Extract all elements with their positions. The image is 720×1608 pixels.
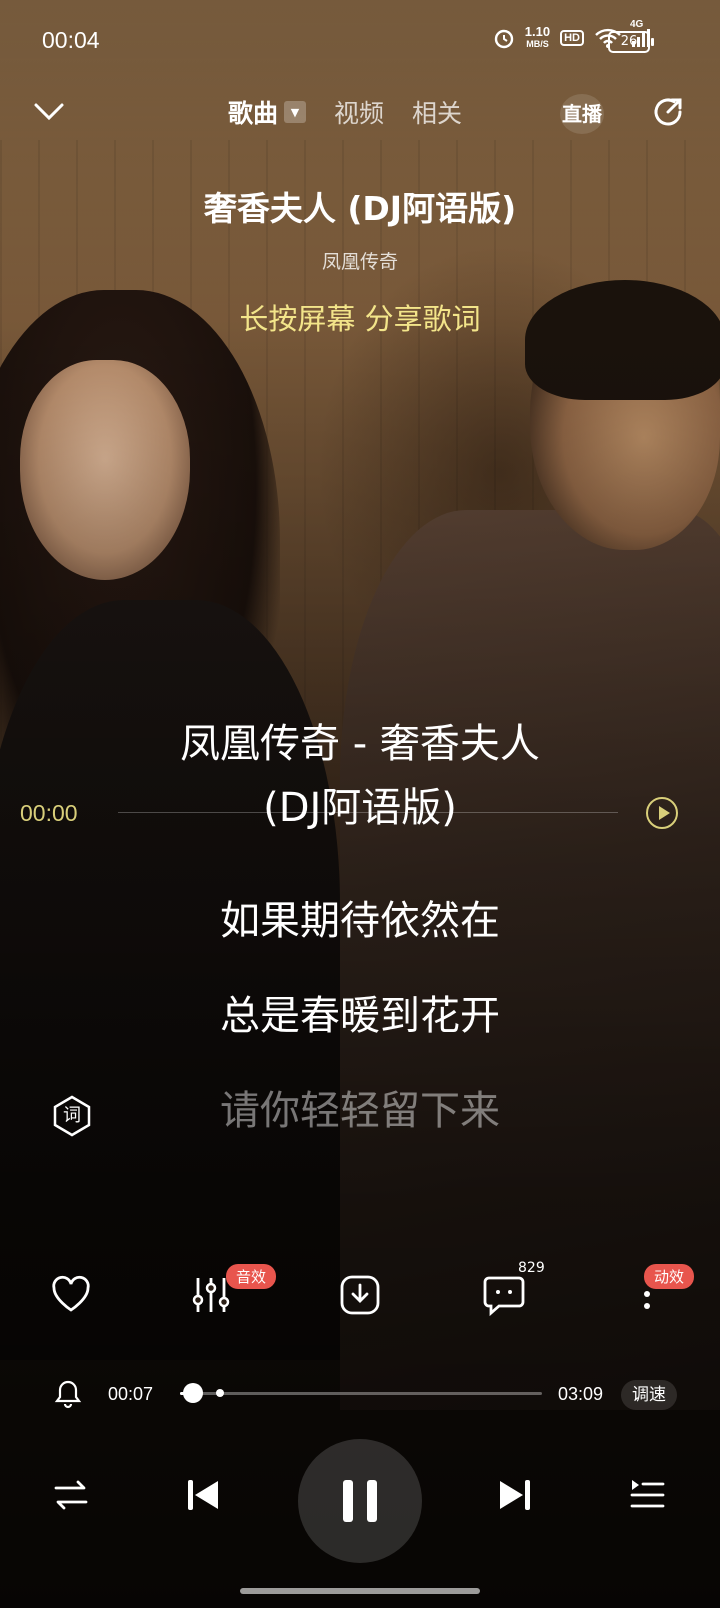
song-title: 奢香夫人 (DJ阿语版) bbox=[203, 189, 517, 228]
tab-video[interactable]: 视频 bbox=[334, 94, 384, 130]
heart-icon[interactable] bbox=[48, 1272, 94, 1318]
artist-name[interactable]: 凤凰传奇 bbox=[0, 247, 720, 274]
net-speed: 1.10 MB/S bbox=[524, 24, 551, 50]
battery-indicator: 26 bbox=[608, 31, 654, 53]
pause-bar bbox=[367, 1480, 377, 1522]
lyric-seek-time: 00:00 bbox=[20, 800, 78, 826]
progress-track[interactable] bbox=[180, 1383, 542, 1403]
lyric-line[interactable]: 如果期待依然在 bbox=[0, 888, 720, 946]
comment-icon[interactable] bbox=[481, 1272, 527, 1318]
hd-badge: HD bbox=[560, 30, 584, 46]
tab-song[interactable]: 歌曲 ▼ bbox=[228, 94, 307, 130]
lyric-line[interactable]: 总是春暖到花开 bbox=[0, 983, 720, 1041]
status-time: 00:04 bbox=[42, 27, 100, 53]
top-nav: 歌曲 ▼ 视频 相关 直播 bbox=[0, 82, 720, 142]
playlist-icon[interactable] bbox=[628, 1476, 666, 1514]
sound-effect-badge[interactable]: 音效 bbox=[226, 1264, 277, 1289]
home-indicator[interactable] bbox=[240, 1588, 480, 1594]
dynamic-effect-badge[interactable]: 动效 bbox=[644, 1264, 695, 1289]
previous-icon[interactable] bbox=[184, 1476, 222, 1514]
pause-bar bbox=[343, 1480, 353, 1522]
net-speed-unit: MB/S bbox=[526, 39, 549, 49]
tab-bar: 歌曲 ▼ 视频 相关 bbox=[228, 94, 462, 130]
network-type: 4G bbox=[630, 19, 644, 30]
lyric-button-label: 词 bbox=[63, 1105, 81, 1126]
lyric-header-line: 凤凰传奇 - 奢香夫人 bbox=[180, 721, 540, 767]
lyric-mode-button[interactable]: 词 bbox=[50, 1094, 94, 1138]
action-row: 音效 829 动效 bbox=[0, 1260, 720, 1328]
lyric-seek-line bbox=[118, 812, 618, 813]
repeat-icon[interactable] bbox=[52, 1476, 90, 1514]
live-button[interactable]: 直播 bbox=[560, 94, 604, 134]
dropdown-icon[interactable]: ▼ bbox=[284, 101, 307, 123]
duration: 03:09 bbox=[558, 1384, 604, 1404]
comment-count: 829 bbox=[518, 1260, 545, 1276]
tab-related[interactable]: 相关 bbox=[412, 94, 462, 130]
current-time: 00:07 bbox=[108, 1384, 154, 1404]
alarm-icon[interactable] bbox=[54, 1378, 82, 1410]
lyric-header: 凤凰传奇 - 奢香夫人 (DJ阿语版) bbox=[0, 712, 720, 840]
alarm-clock-icon bbox=[494, 29, 513, 49]
next-icon[interactable] bbox=[496, 1476, 534, 1514]
progress-marker bbox=[216, 1389, 224, 1397]
pause-button[interactable] bbox=[298, 1439, 422, 1563]
status-bar: 00:04 1.10 MB/S HD 4G 26 bbox=[0, 0, 720, 82]
share-icon[interactable] bbox=[650, 94, 686, 130]
download-icon[interactable] bbox=[337, 1272, 383, 1318]
tab-song-label: 歌曲 bbox=[228, 99, 279, 128]
chevron-down-icon[interactable] bbox=[32, 94, 66, 128]
net-speed-value: 1.10 bbox=[524, 24, 551, 39]
lyric-header-line: (DJ阿语版) bbox=[263, 785, 457, 831]
speed-button[interactable]: 调速 bbox=[621, 1380, 677, 1410]
lyric-line[interactable]: 请你轻轻留下来 bbox=[0, 1078, 720, 1136]
share-lyrics-tip: 长按屏幕 分享歌词 bbox=[239, 302, 481, 336]
play-from-lyric-icon[interactable] bbox=[646, 797, 678, 829]
